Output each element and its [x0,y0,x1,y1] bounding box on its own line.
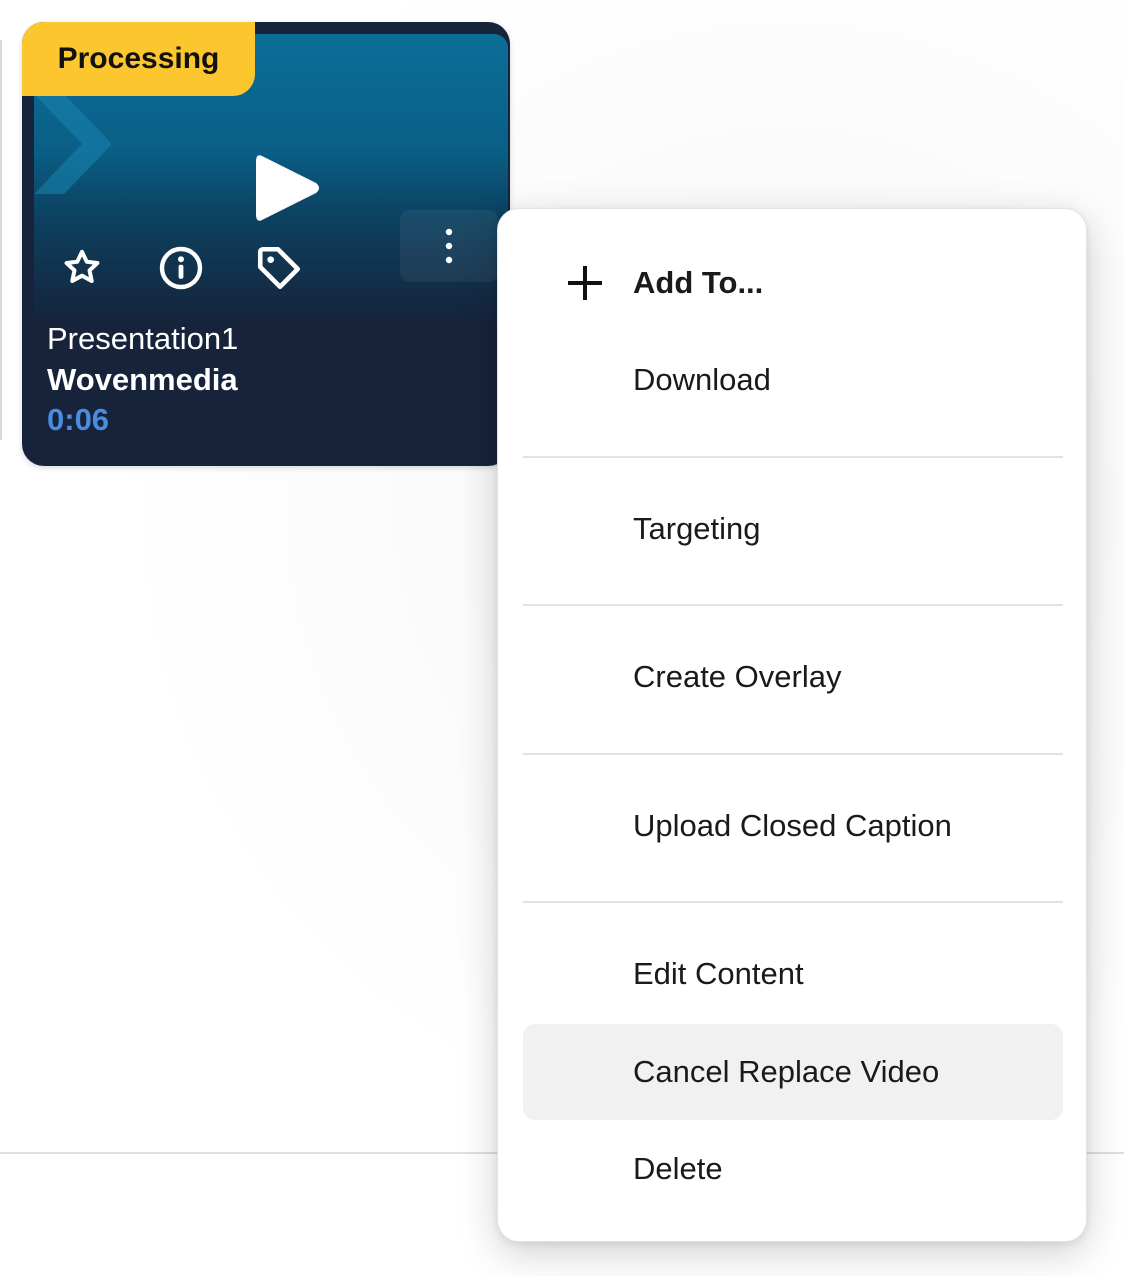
favorite-button[interactable] [54,240,110,296]
menu-divider [523,753,1063,755]
menu-item-label: Edit Content [633,956,804,991]
video-card[interactable]: Processing Presentation1 Wovenmedia 0:06 [22,22,510,466]
menu-item-delete[interactable]: Delete [523,1121,1063,1217]
context-menu: Add To... Download Targeting Create Over… [497,208,1087,1242]
menu-item-upload-closed-caption[interactable]: Upload Closed Caption [523,778,1063,874]
menu-item-cancel-replace-video[interactable]: Cancel Replace Video [523,1024,1063,1120]
tag-button[interactable] [251,240,307,296]
menu-divider [523,901,1063,903]
menu-item-label: Download [633,362,771,397]
menu-item-label: Delete [633,1151,723,1186]
more-vertical-icon [445,228,453,264]
menu-item-targeting[interactable]: Targeting [523,481,1063,577]
info-icon [159,246,203,290]
left-edge-line [0,40,2,440]
menu-item-add-to[interactable]: Add To... [523,235,1063,331]
menu-item-label: Upload Closed Caption [633,808,952,843]
play-icon [256,155,319,221]
play-button[interactable] [252,150,322,226]
video-duration: 0:06 [47,402,110,437]
menu-item-label: Create Overlay [633,659,842,694]
menu-divider [523,604,1063,606]
menu-item-label: Targeting [633,511,761,546]
video-title: Presentation1 [47,321,239,356]
menu-divider [523,456,1063,458]
tag-icon [257,246,301,290]
status-badge: Processing [22,22,255,96]
menu-item-download[interactable]: Download [523,332,1063,428]
video-owner: Wovenmedia [47,362,238,397]
info-button[interactable] [153,240,209,296]
menu-item-create-overlay[interactable]: Create Overlay [523,629,1063,725]
chevron-shape-icon [34,94,112,194]
menu-item-label: Add To... [633,265,764,300]
more-options-button[interactable] [400,210,498,282]
plus-icon [568,266,602,300]
star-icon [64,249,100,284]
menu-item-label: Cancel Replace Video [633,1054,940,1089]
menu-item-edit-content[interactable]: Edit Content [523,926,1063,1022]
